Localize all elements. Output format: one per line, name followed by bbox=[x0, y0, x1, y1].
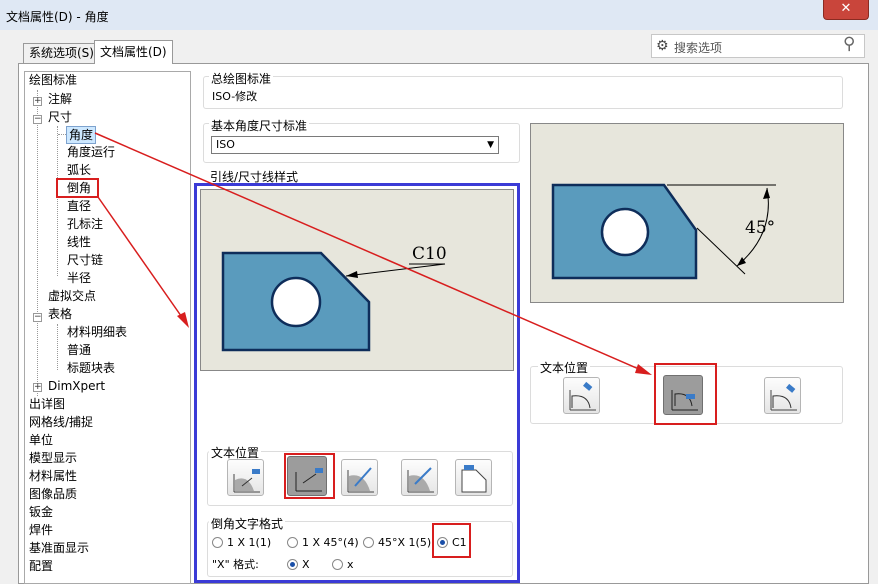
chamfer-format-label: 倒角文字格式 bbox=[209, 515, 286, 532]
tree-item-annotations[interactable]: 注解 bbox=[48, 91, 72, 107]
tree-item-virtual-sharp[interactable]: 虚拟交点 bbox=[48, 288, 96, 304]
tab-system-options[interactable]: 系统选项(S) bbox=[23, 43, 100, 63]
tree-item-units[interactable]: 单位 bbox=[29, 432, 53, 448]
x-format-option-label: x bbox=[347, 558, 354, 571]
format-option-45x1[interactable]: 45°X 1(5) bbox=[363, 536, 431, 549]
tree-item-diameter[interactable]: 直径 bbox=[67, 198, 91, 214]
tab-document-properties[interactable]: 文档属性(D) bbox=[94, 40, 173, 64]
tree-item-tables[interactable]: 表格 bbox=[48, 306, 72, 322]
angle-position-button-3[interactable] bbox=[764, 377, 801, 414]
options-tree: + − − + 绘图标准 注解 尺寸 角度 角度运行 弧长 倒角 直径 孔标注 … bbox=[24, 71, 191, 584]
text-position-button-5[interactable] bbox=[455, 459, 492, 496]
format-option-1x45[interactable]: 1 X 45°(4) bbox=[287, 536, 359, 549]
tree-item-plane-display[interactable]: 基准面显示 bbox=[29, 540, 89, 556]
tree-item-dimensions[interactable]: 尺寸 bbox=[48, 109, 72, 125]
angle-dimension-text: 45° bbox=[745, 218, 776, 238]
x-format-label: "X" 格式: bbox=[212, 558, 259, 571]
tree-item-title-block-table[interactable]: 标题块表 bbox=[67, 360, 115, 376]
tree-item-sheet-metal[interactable]: 钣金 bbox=[29, 504, 53, 520]
base-standard-label: 基本角度尺寸标准 bbox=[209, 117, 310, 134]
text-position-button-1[interactable] bbox=[227, 459, 264, 496]
format-option-label: 1 X 45°(4) bbox=[302, 536, 359, 549]
overall-standard-label: 总绘图标准 bbox=[209, 70, 274, 87]
text-position-button-3[interactable] bbox=[341, 459, 378, 496]
x-format-upper[interactable]: X bbox=[287, 558, 310, 571]
radio-icon[interactable] bbox=[332, 559, 343, 570]
tree-item-grid-snap[interactable]: 网格线/捕捉 bbox=[29, 414, 93, 430]
search-input[interactable]: ⚙ 搜索选项 ⚲ bbox=[651, 34, 865, 58]
search-icon[interactable]: ⚲ bbox=[843, 34, 855, 54]
tree-item-dimxpert[interactable]: DimXpert bbox=[48, 378, 105, 394]
tree-item-general[interactable]: 普通 bbox=[67, 342, 91, 358]
collapse-icon[interactable]: − bbox=[33, 115, 42, 124]
radio-icon[interactable] bbox=[287, 537, 298, 548]
gear-icon[interactable]: ⚙ bbox=[656, 38, 669, 54]
overall-standard-group: 总绘图标准 ISO-修改 bbox=[203, 70, 843, 109]
radio-icon[interactable] bbox=[212, 537, 223, 548]
angle-text-position-label: 文本位置 bbox=[538, 359, 591, 376]
tree-item-weldments[interactable]: 焊件 bbox=[29, 522, 53, 538]
tree-item-bom[interactable]: 材料明细表 bbox=[67, 324, 127, 340]
tree-item-ordinate[interactable]: 尺寸链 bbox=[67, 252, 103, 268]
format-option-label: 1 X 1(1) bbox=[227, 536, 272, 549]
expand-icon[interactable]: + bbox=[33, 97, 42, 106]
chamfer-dimension-text: C10 bbox=[412, 244, 447, 264]
tree-guide bbox=[57, 324, 58, 370]
radio-icon[interactable] bbox=[363, 537, 374, 548]
chamfer-highlight-box bbox=[56, 178, 99, 198]
angle-position-highlight-box bbox=[654, 363, 717, 425]
window-title: 文档属性(D) - 角度 bbox=[6, 10, 109, 24]
c1-highlight-box bbox=[432, 523, 471, 558]
base-standard-select[interactable]: ISO ▼ bbox=[211, 136, 499, 154]
tree-item-angle[interactable]: 角度 bbox=[66, 126, 97, 144]
collapse-icon[interactable]: − bbox=[33, 313, 42, 322]
tree-item-model-display[interactable]: 模型显示 bbox=[29, 450, 77, 466]
tree-item-angle-running[interactable]: 角度运行 bbox=[67, 144, 115, 160]
tree-item-drafting-standard[interactable]: 绘图标准 bbox=[29, 72, 77, 88]
angle-drawing bbox=[551, 183, 776, 280]
tree-guide bbox=[58, 134, 66, 135]
tree-item-radius[interactable]: 半径 bbox=[67, 270, 91, 286]
angle-preview: 45° bbox=[530, 123, 844, 303]
close-button[interactable]: ✕ bbox=[823, 0, 869, 20]
tree-item-arc-length[interactable]: 弧长 bbox=[67, 162, 91, 178]
base-standard-value: ISO bbox=[216, 138, 235, 151]
tree-item-detailing[interactable]: 出详图 bbox=[29, 396, 65, 412]
format-option-1x1[interactable]: 1 X 1(1) bbox=[212, 536, 271, 549]
tree-item-linear[interactable]: 线性 bbox=[67, 234, 91, 250]
radio-selected-icon[interactable] bbox=[287, 559, 298, 570]
tree-item-hole-callout[interactable]: 孔标注 bbox=[67, 216, 103, 232]
chamfer-position-highlight-box bbox=[284, 453, 335, 499]
text-position-button-4[interactable] bbox=[401, 459, 438, 496]
dropdown-arrow-icon[interactable]: ▼ bbox=[487, 137, 494, 153]
x-format-lower[interactable]: x bbox=[332, 558, 354, 571]
tree-guide bbox=[57, 126, 58, 276]
chamfer-preview: C10 bbox=[200, 189, 514, 371]
x-format-option-label: X bbox=[302, 558, 310, 571]
format-option-label: 45°X 1(5) bbox=[378, 536, 432, 549]
tree-item-image-quality[interactable]: 图像品质 bbox=[29, 486, 77, 502]
angle-position-button-1[interactable] bbox=[563, 377, 600, 414]
tree-guide bbox=[37, 90, 38, 396]
chamfer-drawing bbox=[221, 251, 446, 352]
overall-standard-value: ISO-修改 bbox=[212, 90, 258, 103]
tree-item-configurations[interactable]: 配置 bbox=[29, 558, 53, 574]
title-bar: 文档属性(D) - 角度 ✕ bbox=[0, 0, 878, 30]
expand-icon[interactable]: + bbox=[33, 383, 42, 392]
search-placeholder: 搜索选项 bbox=[674, 41, 723, 55]
tree-item-material-properties[interactable]: 材料属性 bbox=[29, 468, 77, 484]
